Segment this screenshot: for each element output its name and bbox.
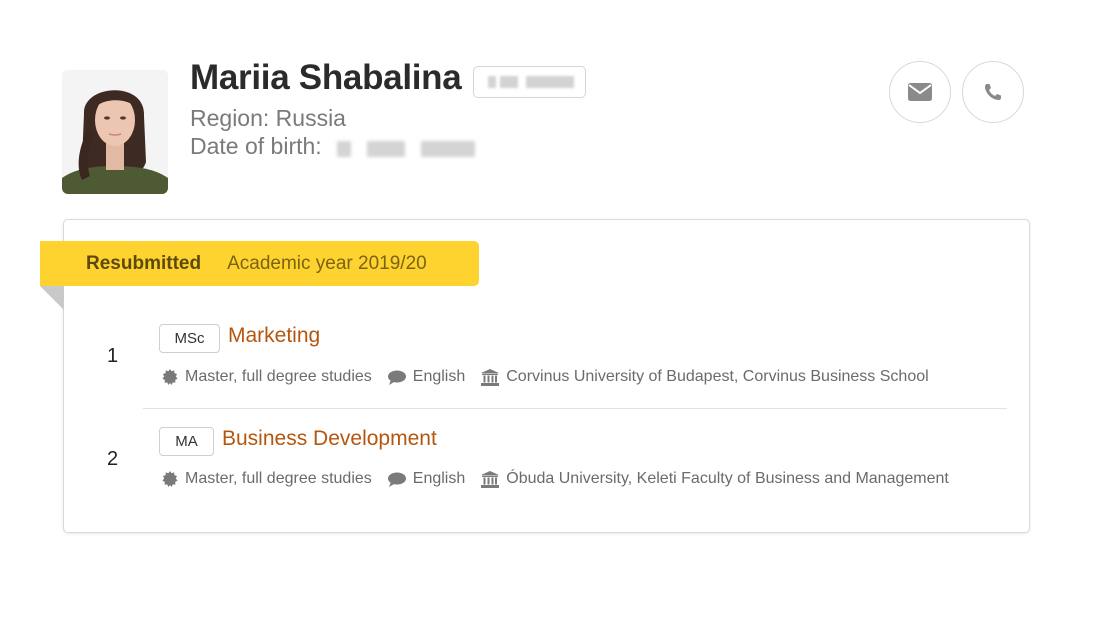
degree-badge: MA <box>159 427 214 456</box>
phone-icon <box>985 84 1001 100</box>
study-language: English <box>412 368 466 385</box>
institution-icon <box>481 368 500 386</box>
academic-year: Academic year 2019/20 <box>227 252 427 274</box>
speech-bubble-icon <box>387 472 406 487</box>
phone-button[interactable] <box>962 61 1024 123</box>
program-details: Master, full degree studies English Óbud… <box>162 470 949 488</box>
application-ribbon: Resubmitted Academic year 2019/20 <box>40 241 479 286</box>
program-rank: 2 <box>107 448 119 470</box>
speech-bubble-icon <box>387 370 406 385</box>
row-divider <box>143 408 1007 409</box>
ribbon-fold <box>40 286 64 310</box>
dob-label: Date of birth: <box>190 133 322 159</box>
avatar-photo <box>62 70 168 194</box>
certificate-icon <box>162 369 178 385</box>
study-level: Master, full degree studies <box>185 368 372 385</box>
institution-name: Óbuda University, Keleti Faculty of Busi… <box>506 470 949 487</box>
region-label: Region: Russia <box>190 105 346 131</box>
program-details: Master, full degree studies English Corv… <box>162 368 929 386</box>
certificate-icon <box>162 471 178 487</box>
profile-name: Mariia Shabalina <box>190 58 462 97</box>
envelope-icon <box>908 83 932 101</box>
institution-icon <box>481 470 500 488</box>
program-title-link[interactable]: Business Development <box>222 427 437 451</box>
program-title-link[interactable]: Marketing <box>228 324 320 348</box>
avatar <box>62 70 168 194</box>
program-rank: 1 <box>107 345 119 367</box>
study-language: English <box>412 470 466 487</box>
study-level: Master, full degree studies <box>185 470 372 487</box>
status-badge: Resubmitted <box>86 252 202 274</box>
dob-value-redacted <box>333 137 477 161</box>
id-badge <box>473 66 586 98</box>
institution-name: Corvinus University of Budapest, Corvinu… <box>506 368 929 385</box>
degree-badge: MSc <box>159 324 220 353</box>
email-button[interactable] <box>889 61 951 123</box>
